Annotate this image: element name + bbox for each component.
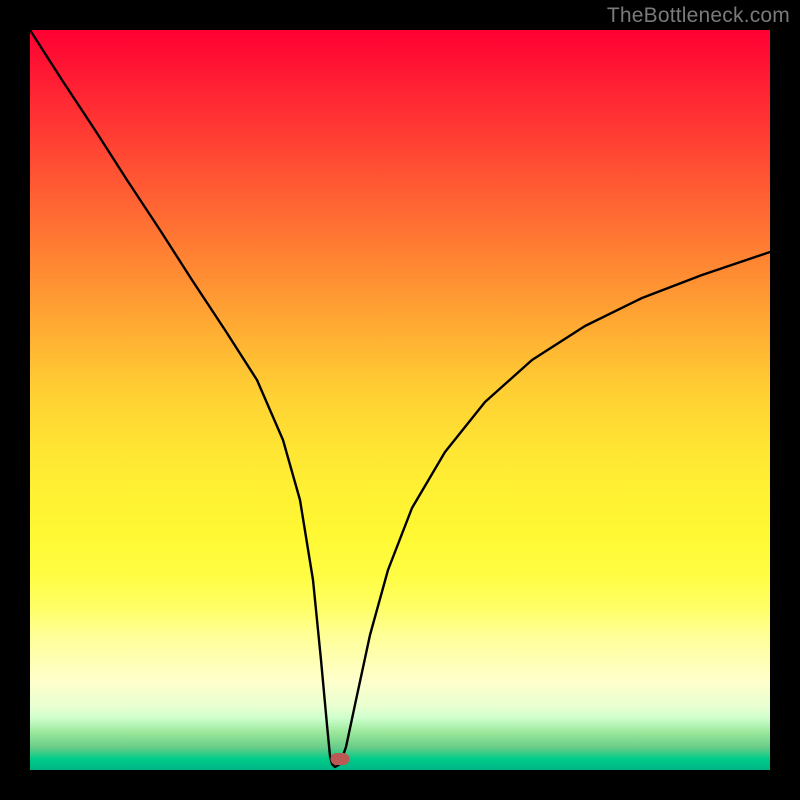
bottleneck-curve <box>30 30 770 770</box>
optimal-point-marker <box>331 753 350 765</box>
watermark-text: TheBottleneck.com <box>607 4 790 28</box>
curve-path <box>30 30 770 767</box>
chart-plot-area <box>30 30 770 770</box>
